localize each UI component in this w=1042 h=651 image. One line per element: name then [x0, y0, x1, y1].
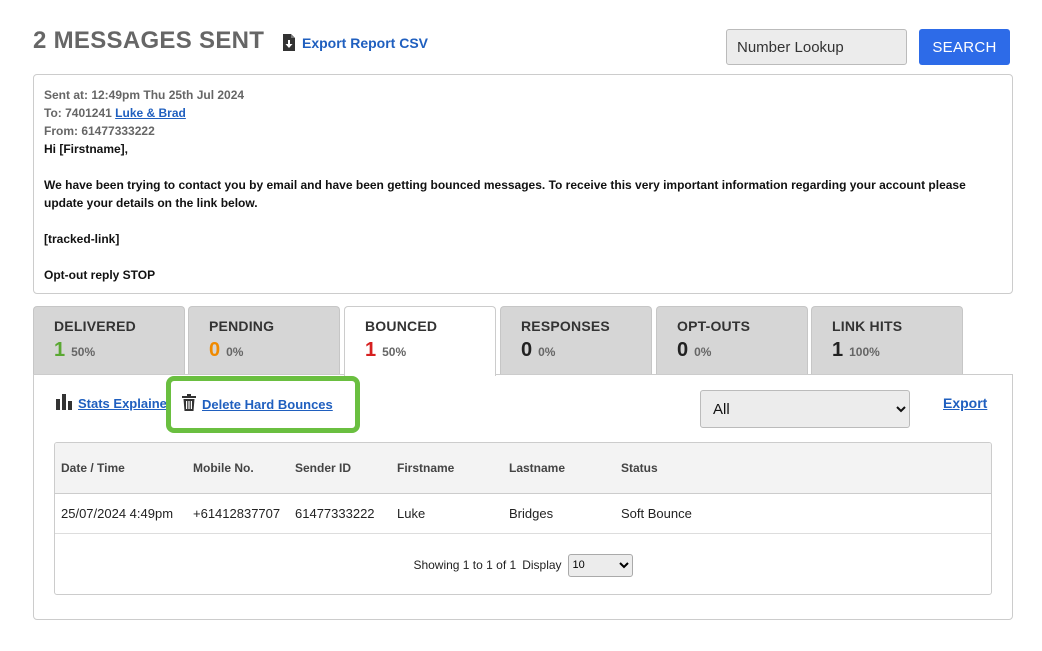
trash-icon	[182, 394, 196, 414]
optout-text: Opt-out reply STOP	[44, 268, 156, 282]
stats-explained-label: Stats Explained	[78, 396, 168, 411]
column-header-status[interactable]: Status	[621, 443, 658, 493]
tab-pending[interactable]: PENDING 0 0%	[188, 306, 340, 375]
page-size-select[interactable]: 10	[567, 553, 633, 577]
tab-label: BOUNCED	[365, 318, 438, 334]
message-body-line-2: update your details on the link below.	[44, 196, 258, 210]
to-prefix: To: 7401241	[44, 106, 112, 120]
tab-delivered[interactable]: DELIVERED 1 50%	[33, 306, 185, 375]
status-filter-select[interactable]: All	[700, 390, 910, 428]
search-button[interactable]: SEARCH	[919, 29, 1010, 65]
to-line: To: 7401241 Luke & Brad	[44, 104, 1002, 122]
tab-percent: 0%	[538, 345, 556, 359]
tab-label: DELIVERED	[54, 318, 136, 334]
column-header-firstname[interactable]: Firstname	[397, 443, 454, 493]
tab-count: 0	[209, 339, 221, 361]
column-header-mobile[interactable]: Mobile No.	[193, 443, 254, 493]
column-header-sender-id[interactable]: Sender ID	[295, 443, 351, 493]
cell-date-time: 25/07/2024 4:49pm	[61, 506, 174, 521]
to-group-link[interactable]: Luke & Brad	[115, 106, 186, 120]
export-report-csv-link[interactable]: Export Report CSV	[282, 34, 428, 51]
tab-label: RESPONSES	[521, 318, 610, 334]
message-body-line-1: We have been trying to contact you by em…	[44, 178, 966, 192]
number-lookup-input[interactable]	[726, 29, 907, 65]
tab-percent: 0%	[226, 345, 244, 359]
message-preview: Sent at: 12:49pm Thu 25th Jul 2024 To: 7…	[33, 74, 1013, 294]
tab-responses[interactable]: RESPONSES 0 0%	[500, 306, 652, 375]
tab-percent: 0%	[694, 345, 712, 359]
bounced-panel: Stats Explained Delete Hard Bounces All …	[33, 374, 1013, 620]
bounces-table: Date / Time Mobile No. Sender ID Firstna…	[54, 442, 992, 595]
bar-chart-icon	[56, 394, 73, 413]
display-label: Display	[522, 558, 562, 572]
tracked-link-text: [tracked-link]	[44, 232, 120, 246]
cell-status: Soft Bounce	[621, 506, 692, 521]
tab-count: 0	[677, 339, 689, 361]
table-pager: Showing 1 to 1 of 1 Display 10	[55, 550, 991, 580]
tab-label: LINK HITS	[832, 318, 903, 334]
delete-hard-bounces-label: Delete Hard Bounces	[202, 396, 333, 412]
export-link[interactable]: Export	[943, 395, 987, 411]
cell-mobile: +61412837707	[193, 506, 281, 521]
tab-count: 0	[521, 339, 533, 361]
column-header-lastname[interactable]: Lastname	[509, 443, 565, 493]
column-header-date-time[interactable]: Date / Time	[61, 443, 125, 493]
sent-at-text: Sent at: 12:49pm Thu 25th Jul 2024	[44, 88, 245, 102]
tab-bounced[interactable]: BOUNCED 1 50%	[344, 306, 496, 376]
tab-count: 1	[832, 339, 844, 361]
tab-percent: 50%	[71, 345, 96, 359]
message-greeting: Hi [Firstname],	[44, 142, 129, 156]
tab-percent: 50%	[382, 345, 407, 359]
stats-explained-link[interactable]: Stats Explained	[56, 394, 168, 413]
tab-count: 1	[54, 339, 66, 361]
file-download-icon	[282, 34, 296, 51]
from-text: From: 61477333222	[44, 124, 155, 138]
cell-firstname: Luke	[397, 506, 426, 521]
tab-label: PENDING	[209, 318, 275, 334]
cell-sender-id: 61477333222	[295, 506, 375, 521]
table-header: Date / Time Mobile No. Sender ID Firstna…	[55, 443, 991, 494]
tab-opt-outs[interactable]: OPT-OUTS 0 0%	[656, 306, 808, 375]
tab-percent: 100%	[849, 345, 880, 359]
cell-lastname: Bridges	[509, 506, 554, 521]
delete-hard-bounces-link[interactable]: Delete Hard Bounces	[182, 394, 333, 414]
export-report-csv-label: Export Report CSV	[302, 34, 429, 51]
tab-label: OPT-OUTS	[677, 318, 751, 334]
pager-info: Showing 1 to 1 of 1	[413, 558, 517, 572]
tab-link-hits[interactable]: LINK HITS 1 100%	[811, 306, 963, 375]
page-title: 2 MESSAGES SENT	[33, 27, 265, 54]
table-row[interactable]: 25/07/2024 4:49pm +61412837707 614773332…	[55, 494, 991, 534]
tab-count: 1	[365, 339, 377, 361]
